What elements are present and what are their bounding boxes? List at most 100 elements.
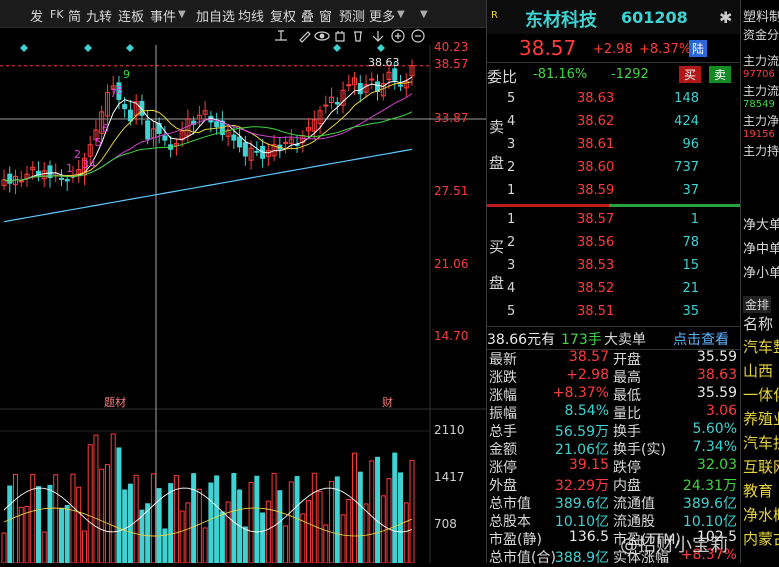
- candle-body: [334, 101, 340, 105]
- big-order-hands: 173手: [561, 332, 602, 348]
- sector-item[interactable]: 养殖业: [743, 408, 779, 429]
- r-badge-icon: R: [491, 10, 498, 21]
- view-big-orders-link[interactable]: 点击查看: [673, 329, 729, 349]
- sector-item[interactable]: 教育: [743, 480, 773, 501]
- volume-bar: [357, 471, 363, 563]
- volume-bar: [265, 500, 271, 563]
- stat-value: 388.9亿: [554, 550, 609, 566]
- weibi-row: 委比 -81.16% -1292 买 卖: [487, 62, 740, 87]
- quote-panel: R 东材科技 601208 ✱ 38.57 +2.98 +8.37% 陆 委比 …: [486, 0, 740, 566]
- volume-bar: [179, 510, 185, 563]
- volume-bar: [185, 502, 191, 563]
- level: 3: [507, 137, 516, 152]
- flow-value: 78549: [743, 99, 775, 110]
- orderbook-row[interactable]: 4 38.52 21: [487, 278, 740, 301]
- orderbook-row[interactable]: 1 38.59 37: [487, 180, 740, 203]
- volume-bar: [99, 468, 105, 563]
- sector-item[interactable]: 内蒙古: [743, 528, 779, 549]
- sector-item[interactable]: 一体化: [743, 384, 779, 405]
- orderbook-row[interactable]: 5 38.63 148: [487, 88, 740, 111]
- volume-bar: [196, 488, 202, 563]
- orderbook-row[interactable]: 3 38.53 15: [487, 255, 740, 278]
- sector-item[interactable]: 山西: [743, 360, 773, 381]
- candle-body: [369, 78, 375, 81]
- volume-bar: [352, 452, 358, 563]
- volume-bar: [116, 447, 122, 563]
- volume-bar: [231, 472, 237, 563]
- stat-row: 总股本 10.10亿 流通股 10.10亿: [487, 510, 740, 530]
- order-price: 38.57: [577, 212, 615, 227]
- buy-button[interactable]: 买: [679, 66, 702, 83]
- candle-body: [346, 84, 352, 87]
- stat-row: 总市值 389.6亿 流通值 389.6亿: [487, 492, 740, 512]
- volume-bar: [311, 472, 317, 563]
- stat-value: 35.59: [696, 349, 737, 365]
- seq-number: 4: [89, 158, 96, 171]
- sector-item[interactable]: 净水概: [743, 504, 779, 525]
- big-order-price: 38.66元有: [487, 332, 556, 348]
- candle-body: [392, 68, 398, 81]
- volume-bar: [214, 475, 220, 563]
- flow-value: 97706: [743, 69, 775, 80]
- ranking-tab[interactable]: 金排: [743, 296, 772, 313]
- orderbook-row[interactable]: 2 38.60 737: [487, 157, 740, 180]
- ma-line-long: [3, 148, 413, 223]
- candle-body: [64, 178, 70, 182]
- volume-bar: [64, 505, 70, 563]
- high-marker: 38.63: [368, 56, 400, 69]
- sell-button[interactable]: 卖: [709, 66, 732, 83]
- sector-panel: 塑料制 资金分 主力流 97706 主力流 78549 主力净 19156 主力…: [740, 0, 779, 563]
- volume-bar: [283, 525, 289, 563]
- stat-value: 35.59: [696, 385, 737, 401]
- volume-bar: [110, 433, 116, 563]
- candle-body: [18, 180, 24, 183]
- kline-chart[interactable]: [0, 0, 486, 563]
- orderbook-row[interactable]: 1 38.57 1: [487, 209, 740, 232]
- level: 1: [507, 212, 516, 227]
- price-row: 38.57 +2.98 +8.37% 陆: [487, 34, 740, 62]
- order-volume: 37: [682, 183, 699, 198]
- stat-value: 38.63: [696, 367, 737, 383]
- orderbook-row[interactable]: 2 38.56 78: [487, 232, 740, 255]
- candle-body: [231, 134, 237, 141]
- volume-bar: [87, 444, 93, 563]
- volume-bar: [70, 473, 76, 563]
- volume-bar: [58, 507, 64, 563]
- order-volume: 1: [690, 212, 699, 227]
- gear-icon[interactable]: ✱: [719, 8, 732, 27]
- order-price: 38.62: [577, 114, 615, 129]
- sector-header[interactable]: 塑料制: [743, 6, 779, 25]
- order-price: 38.51: [577, 304, 615, 319]
- seq-number: 5: [95, 136, 102, 149]
- seq-number: 6: [102, 122, 109, 135]
- volume-bar: [1, 532, 7, 563]
- order-price: 38.53: [577, 258, 615, 273]
- stat-row: 涨幅 +8.37% 最低 35.59: [487, 384, 740, 404]
- orderbook-row[interactable]: 4 38.62 424: [487, 111, 740, 134]
- stat-value: 3.06: [705, 403, 737, 419]
- order-volume: 424: [674, 114, 699, 129]
- seq-number: 9: [123, 68, 130, 81]
- level: 4: [507, 114, 516, 129]
- volume-bar: [369, 460, 375, 563]
- level: 5: [507, 304, 516, 319]
- level: 5: [507, 91, 516, 106]
- orderbook-row[interactable]: 5 38.51 35: [487, 301, 740, 324]
- candle-body: [398, 84, 404, 87]
- volume-bar: [30, 473, 36, 563]
- level: 1: [507, 183, 516, 198]
- volume-bar: [329, 480, 335, 563]
- sector-item[interactable]: 互联网: [743, 456, 779, 477]
- level: 3: [507, 258, 516, 273]
- sector-item[interactable]: 汽车整: [743, 336, 779, 357]
- volume-bar: [409, 459, 415, 563]
- sector-item[interactable]: 汽车拆: [743, 432, 779, 453]
- volume-tick: 2110: [434, 423, 465, 437]
- order-price: 38.61: [577, 137, 615, 152]
- orderbook-row[interactable]: 3 38.61 96: [487, 134, 740, 157]
- volume-bar: [386, 478, 392, 563]
- volume-bar: [162, 528, 168, 563]
- stat-row: 金额 21.06亿 换手(实) 7.34%: [487, 438, 740, 458]
- order-volume: 21: [682, 281, 699, 296]
- volume-bar: [122, 489, 128, 563]
